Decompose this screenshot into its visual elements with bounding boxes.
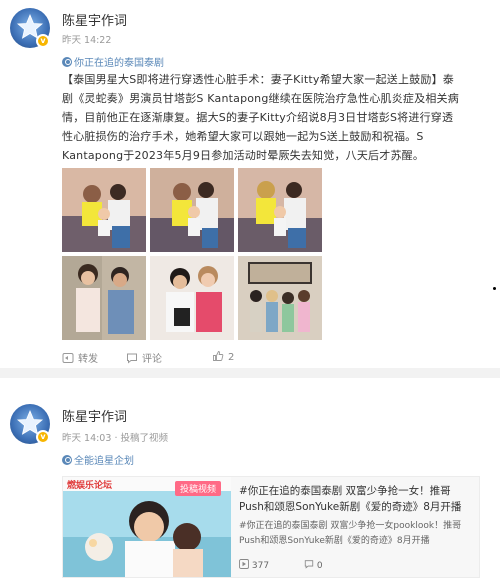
comment-icon (304, 560, 314, 569)
repost-label: 转发 (78, 354, 98, 365)
photo-thumbnail[interactable] (238, 168, 322, 252)
video-thumbnail[interactable]: 燃娱乐论坛 投稿视频 (63, 477, 231, 577)
post-text: 【泰国男星大S即将进行穿透性心脏手术：妻子Kitty希望大家一起送上鼓励】泰剧《… (62, 73, 459, 162)
photo-thumbnail[interactable] (150, 168, 234, 252)
repost-button[interactable]: 转发 (62, 350, 98, 365)
like-icon (213, 351, 224, 361)
photo-thumbnail[interactable] (62, 256, 146, 340)
post-time[interactable]: 昨天 14:22 (62, 32, 111, 46)
scroll-marker (493, 287, 496, 290)
photo-thumbnail[interactable] (150, 256, 234, 340)
comment-label: 评论 (142, 354, 162, 365)
brand-watermark: 燃娱乐论坛 (67, 481, 113, 491)
play-count-value: 377 (251, 561, 270, 571)
video-comment-value: 0 (316, 561, 323, 571)
photo-thumbnail[interactable] (62, 168, 146, 252)
video-comment-count: 0 (304, 560, 339, 571)
photo-thumbnail[interactable] (238, 256, 322, 340)
post-source: 投稿了视频 (120, 433, 169, 444)
like-button[interactable]: 2 (212, 350, 234, 363)
topic-tag[interactable]: 你正在追的泰国泰剧 (62, 54, 164, 69)
repost-icon (62, 353, 74, 363)
video-stats: 377 0 (239, 559, 355, 571)
post-card: v 陈星宇作词 昨天 14:22 你正在追的泰国泰剧 【泰国男星大S即将进行穿透… (0, 0, 500, 368)
vip-badge-icon: v (36, 430, 50, 444)
topic-label: 你正在追的泰国泰剧 (74, 58, 164, 69)
video-title[interactable]: #你正在追的泰国泰剧 双富少争抢一女！推哥Push和颂恩SonYuke新剧《爱的… (239, 483, 475, 515)
topic-icon (62, 455, 72, 465)
post-meta: 昨天 14:03 · 投稿了视频 (62, 430, 168, 444)
meta-separator: · (114, 433, 118, 444)
play-icon (239, 559, 249, 569)
vip-badge-icon: v (36, 34, 50, 48)
video-card[interactable]: 燃娱乐论坛 投稿视频 #你正在追的泰国泰剧 双富少争抢一女！推哥Push和颂恩S… (62, 476, 480, 578)
play-count: 377 (239, 559, 288, 571)
username[interactable]: 陈星宇作词 (62, 10, 127, 29)
comment-icon (127, 353, 137, 364)
post-card: v 陈星宇作词 昨天 14:03 · 投稿了视频 全能追星企划 燃娱乐论坛 投稿… (0, 378, 500, 586)
topic-icon (62, 57, 72, 67)
post-time[interactable]: 昨天 14:03 (62, 433, 111, 444)
video-description: #你正在追的泰国泰剧 双富少争抢一女pooklook！推哥Push和颂恩SonY… (239, 521, 462, 546)
submission-badge: 投稿视频 (175, 481, 222, 496)
topic-label: 全能追星企划 (74, 456, 134, 467)
like-count: 2 (228, 352, 235, 363)
username[interactable]: 陈星宇作词 (62, 406, 127, 425)
comment-button[interactable]: 评论 (126, 350, 162, 365)
topic-tag[interactable]: 全能追星企划 (62, 452, 134, 467)
